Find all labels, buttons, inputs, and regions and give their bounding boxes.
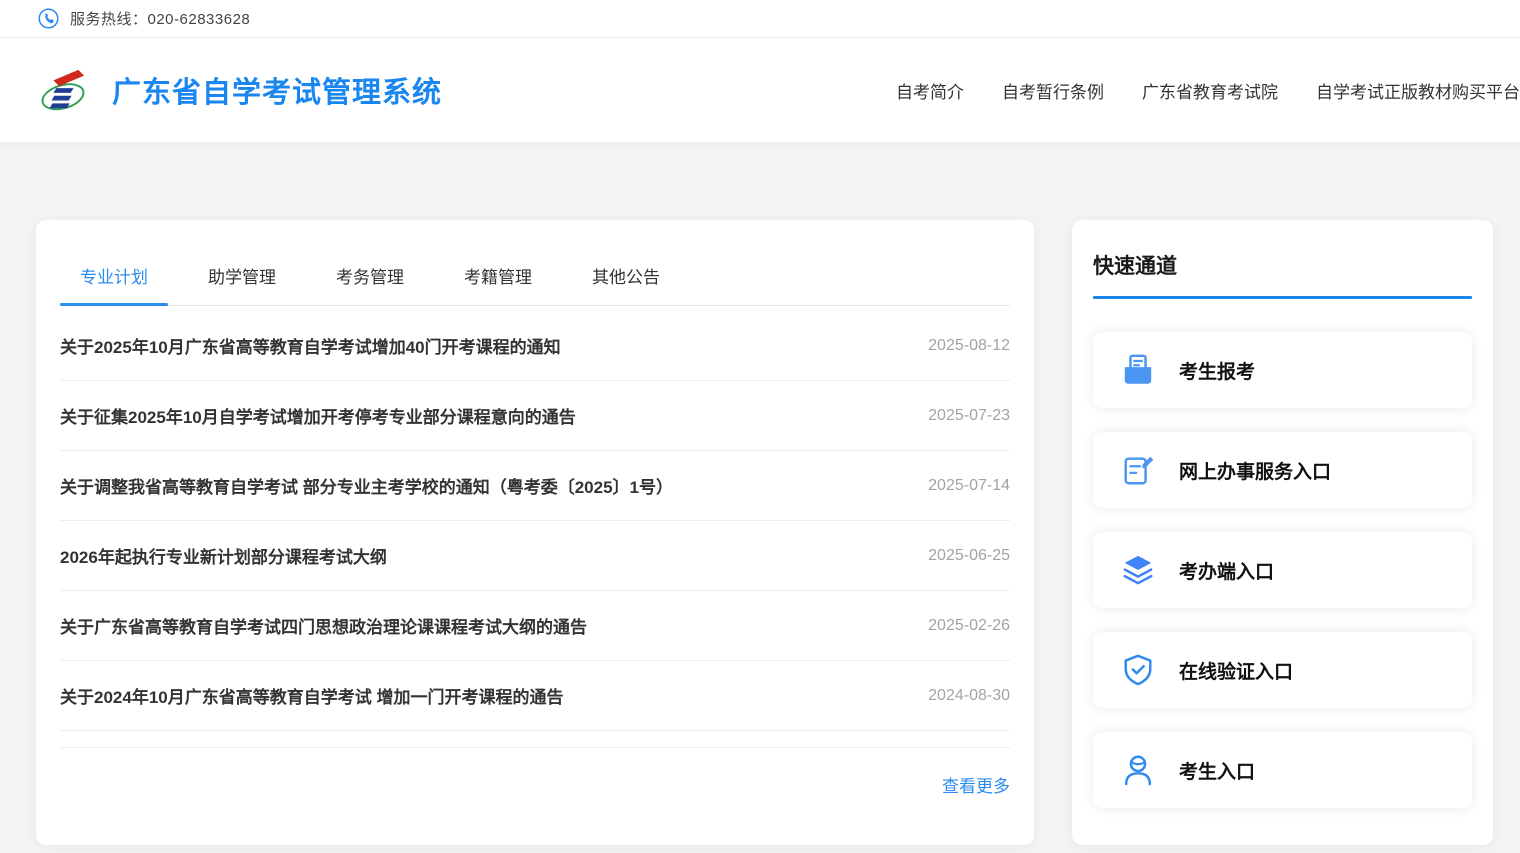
- notice-panel: 专业计划 助学管理 考务管理 考籍管理 其他公告 关于2025年10月广东省高等…: [36, 220, 1034, 845]
- layers-icon: [1121, 553, 1155, 587]
- tab-exam-affairs[interactable]: 考务管理: [316, 246, 424, 305]
- site-header: 广东省自学考试管理系统 自考简介 自考暂行条例 广东省教育考试院 自学考试正版教…: [0, 38, 1520, 142]
- site-title: 广东省自学考试管理系统: [112, 69, 442, 111]
- nav-link-intro[interactable]: 自考简介: [896, 78, 964, 103]
- view-more-link[interactable]: 查看更多: [942, 777, 1010, 796]
- quick-link-online-services[interactable]: 网上办事服务入口: [1093, 432, 1472, 508]
- notice-title[interactable]: 关于调整我省高等教育自学考试 部分专业主考学校的通知（粤考委〔2025〕1号）: [60, 473, 673, 498]
- notice-date: 2025-07-14: [928, 477, 1010, 495]
- nav-link-exam-authority[interactable]: 广东省教育考试院: [1142, 78, 1278, 103]
- edit-document-icon: [1121, 453, 1155, 487]
- notice-date: 2025-02-26: [928, 617, 1010, 635]
- service-hotline-bar: 服务热线：020-62833628: [0, 0, 1520, 38]
- tab-other-notices[interactable]: 其他公告: [572, 246, 680, 305]
- quick-channel-underline: [1093, 296, 1472, 299]
- phone-icon: [38, 8, 59, 29]
- notice-date: 2024-08-30: [928, 687, 1010, 705]
- inbox-icon: [1121, 353, 1155, 387]
- notice-row[interactable]: 关于2024年10月广东省高等教育自学考试 增加一门开考课程的通告 2024-0…: [60, 661, 1010, 731]
- notice-tabs: 专业计划 助学管理 考务管理 考籍管理 其他公告: [60, 246, 1010, 306]
- notice-title[interactable]: 关于2024年10月广东省高等教育自学考试 增加一门开考课程的通告: [60, 683, 563, 708]
- quick-channel-title: 快速通道: [1093, 220, 1472, 280]
- notice-date: 2025-06-25: [928, 547, 1010, 565]
- quick-link-exam-office-portal[interactable]: 考办端入口: [1093, 532, 1472, 608]
- quick-link-label: 考办端入口: [1179, 557, 1274, 584]
- quick-link-candidate-registration[interactable]: 考生报考: [1093, 332, 1472, 408]
- hotline-text: 服务热线：020-62833628: [70, 8, 250, 29]
- notice-list: 关于2025年10月广东省高等教育自学考试增加40门开考课程的通知 2025-0…: [60, 311, 1010, 748]
- quick-link-label: 在线验证入口: [1179, 657, 1293, 684]
- quick-link-label: 网上办事服务入口: [1179, 457, 1331, 484]
- header-nav: 自考简介 自考暂行条例 广东省教育考试院 自学考试正版教材购买平台: [896, 78, 1520, 103]
- quick-link-label: 考生报考: [1179, 357, 1255, 384]
- notice-title[interactable]: 关于广东省高等教育自学考试四门思想政治理论课课程考试大纲的通告: [60, 613, 587, 638]
- quick-channel-panel: 快速通道 考生报考 网上办事服务入口: [1072, 220, 1493, 845]
- notice-row[interactable]: 关于调整我省高等教育自学考试 部分专业主考学校的通知（粤考委〔2025〕1号） …: [60, 451, 1010, 521]
- nav-link-textbook-platform[interactable]: 自学考试正版教材购买平台: [1316, 78, 1520, 103]
- user-icon: [1121, 753, 1155, 787]
- tab-exam-records[interactable]: 考籍管理: [444, 246, 552, 305]
- main-content: 专业计划 助学管理 考务管理 考籍管理 其他公告 关于2025年10月广东省高等…: [0, 142, 1520, 845]
- tab-study-support[interactable]: 助学管理: [188, 246, 296, 305]
- quick-link-online-verification[interactable]: 在线验证入口: [1093, 632, 1472, 708]
- notice-row-truncated: [60, 731, 1010, 748]
- site-logo[interactable]: [40, 64, 86, 116]
- notice-title[interactable]: 关于征集2025年10月自学考试增加开考停考专业部分课程意向的通告: [60, 403, 576, 428]
- shield-check-icon: [1121, 653, 1155, 687]
- notice-date: 2025-08-12: [928, 337, 1010, 355]
- notice-row[interactable]: 关于广东省高等教育自学考试四门思想政治理论课课程考试大纲的通告 2025-02-…: [60, 591, 1010, 661]
- quick-link-candidate-portal[interactable]: 考生入口: [1093, 732, 1472, 808]
- nav-link-regulations[interactable]: 自考暂行条例: [1002, 78, 1104, 103]
- quick-channel-list: 考生报考 网上办事服务入口 考办端入口: [1093, 332, 1472, 808]
- notice-title[interactable]: 关于2025年10月广东省高等教育自学考试增加40门开考课程的通知: [60, 333, 561, 358]
- notice-row[interactable]: 关于2025年10月广东省高等教育自学考试增加40门开考课程的通知 2025-0…: [60, 311, 1010, 381]
- quick-link-label: 考生入口: [1179, 757, 1255, 784]
- notice-row[interactable]: 关于征集2025年10月自学考试增加开考停考专业部分课程意向的通告 2025-0…: [60, 381, 1010, 451]
- notice-row[interactable]: 2026年起执行专业新计划部分课程考试大纲 2025-06-25: [60, 521, 1010, 591]
- notice-date: 2025-07-23: [928, 407, 1010, 425]
- notice-title[interactable]: 2026年起执行专业新计划部分课程考试大纲: [60, 543, 387, 568]
- view-more-wrap: 查看更多: [60, 748, 1010, 797]
- tab-major-plans[interactable]: 专业计划: [60, 246, 168, 305]
